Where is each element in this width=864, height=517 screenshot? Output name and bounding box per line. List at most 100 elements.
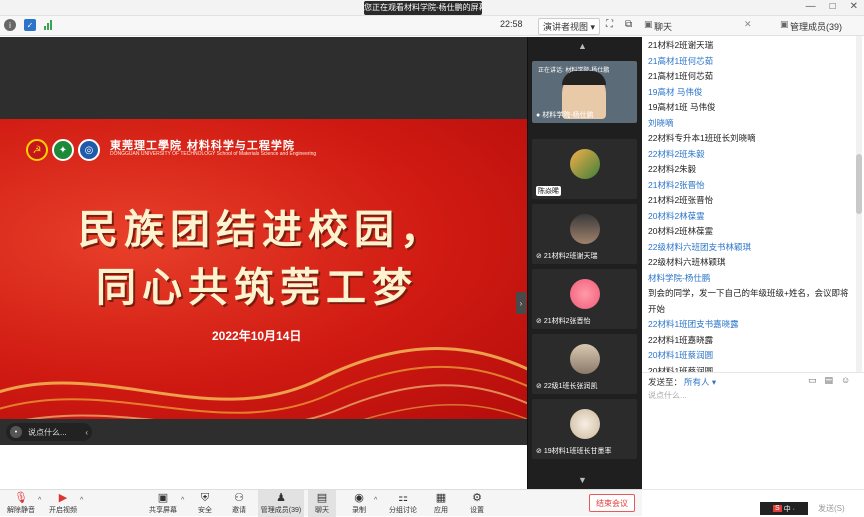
view-mode-select[interactable]: 演讲者视图 ▾ [538, 18, 601, 35]
video-thumbnail-column: ▲ 正在讲话: 材料学院-杨仕鹏 ●材料学院-杨仕鹏 陈焱晞 ⊘21材料2班谢天… [527, 37, 642, 489]
chevron-left-icon[interactable]: ‹ [85, 428, 88, 437]
participant-tile[interactable]: 陈焱晞 [532, 139, 637, 199]
info-icon[interactable]: i [4, 19, 16, 31]
mute-button[interactable]: 🎙 解除静音 [4, 490, 38, 517]
members-button[interactable]: ♟ 管理成员(39) [258, 490, 304, 517]
person-icon: ♟ [276, 492, 286, 504]
avatar [570, 279, 600, 309]
speaker-label: 材料学院-杨仕鹏 [542, 112, 594, 119]
gear-icon: ⚙ [472, 492, 482, 504]
breakout-button[interactable]: ⚏ 分组讨论 [386, 490, 420, 517]
participant-tile[interactable]: ⊘ 21材料2张晋怡 [532, 269, 637, 329]
participant-name: 21材料2张晋怡 [543, 318, 591, 325]
chat-message: 到会的同学，发一下自己的年级班级+姓名，会议即将开始 [648, 288, 849, 314]
security-button[interactable]: ⛨ 安全 [192, 490, 218, 517]
speaker-video-tile[interactable]: 正在讲话: 材料学院-杨仕鹏 ●材料学院-杨仕鹏 [532, 61, 637, 123]
breakout-icon: ⚏ [398, 492, 408, 504]
tab-chat[interactable]: 聊天 [654, 20, 672, 33]
say-something-pill[interactable]: • 说点什么... ‹ [6, 423, 92, 441]
meeting-control-bar: 🎙 解除静音 ^ ▶ 开启视频 ^ ▣ 共享屏幕 ^ ⛨ 安全 ⚇ 邀请 ♟ 管… [0, 489, 642, 517]
chat-sender[interactable]: 21高材1班何芯茹 [648, 54, 854, 70]
video-label: 开启视频 [49, 507, 77, 514]
chat-icon: ▣ [644, 19, 653, 29]
chat-message: 22材料专升本1班班长刘晓嘀 [648, 133, 756, 143]
settings-button[interactable]: ⚙ 设置 [464, 490, 490, 517]
chat-sender[interactable]: 22材料2班朱毅 [648, 147, 854, 163]
end-meeting-button[interactable]: 结束会议 [589, 494, 635, 512]
mic-muted-icon: ⊘ [536, 318, 542, 325]
send-to-select[interactable]: 所有人 ▾ [684, 376, 716, 388]
ime-indicator[interactable]: S 中 · [760, 502, 808, 515]
chat-sender[interactable]: 刘晓嘀 [648, 116, 854, 132]
invite-button[interactable]: ⚇ 邀请 [226, 490, 252, 517]
breakout-label: 分组讨论 [389, 507, 417, 514]
chat-sender[interactable]: 20材料1班蔡润圆 [648, 348, 854, 364]
chat-sender[interactable]: 21材料2张晋怡 [648, 178, 854, 194]
apps-grid-icon: ▦ [435, 492, 447, 504]
mic-off-icon: 🎙 [14, 492, 28, 504]
camera-off-icon: ▶ [58, 492, 68, 504]
chat-button[interactable]: ▤ 聊天 [308, 490, 336, 517]
participant-name: 19材料1班班长甘墨率 [543, 448, 612, 455]
mic-muted-icon: ⊘ [536, 383, 542, 390]
chat-send-to-bar: 发送至： 所有人 ▾ ▭ ▤ ☺ [642, 372, 864, 388]
chat-bubble-icon: • [10, 426, 22, 438]
chat-sender[interactable]: 19高材 马伟俊 [648, 85, 854, 101]
tab-members[interactable]: 管理成员(39) [790, 20, 842, 33]
collapse-video-tab[interactable]: › [516, 292, 526, 314]
members-icon: ▣ [780, 19, 789, 29]
avatar [570, 214, 600, 244]
chat-message: 20材料2班林葆霊 [648, 226, 714, 236]
chat-message: 21高材1班何芯茹 [648, 71, 714, 81]
send-button[interactable]: 发送(S) [818, 503, 845, 514]
scroll-up-icon[interactable]: ▲ [578, 41, 587, 51]
screen-share-icon: ▣ [157, 492, 169, 504]
party-emblem-icon: ☭ [26, 139, 48, 161]
scroll-down-icon[interactable]: ▼ [578, 475, 587, 485]
video-options-chevron-icon[interactable]: ^ [80, 497, 83, 504]
avatar [570, 149, 600, 179]
invite-icon: ⚇ [234, 492, 244, 504]
slide-title-line1: 民族团结进校园， [78, 206, 446, 253]
avatar [570, 409, 600, 439]
chat-message: 21材料2班张晋怡 [648, 195, 714, 205]
security-label: 安全 [198, 507, 212, 514]
avatar [570, 344, 600, 374]
record-icon: ◉ [354, 492, 364, 504]
record-button[interactable]: ◉ 录制 [346, 490, 372, 517]
signal-icon[interactable] [44, 20, 52, 30]
chat-sender[interactable]: 材料学院-杨仕鹏 [648, 271, 854, 287]
chat-scrollbar[interactable] [856, 36, 862, 372]
fullscreen-icon[interactable]: ⛶ [606, 19, 613, 30]
mic-muted-icon: ⊘ [536, 253, 542, 260]
apps-button[interactable]: ▦ 应用 [428, 490, 454, 517]
chat-scrollbar-thumb[interactable] [856, 154, 862, 214]
mute-options-chevron-icon[interactable]: ^ [38, 497, 41, 504]
screenshot-icon[interactable]: ▭ [808, 375, 817, 386]
chat-sender[interactable]: 20材料2林葆霊 [648, 209, 854, 225]
file-icon[interactable]: ▤ [825, 375, 834, 386]
close-button[interactable]: ✕ [850, 1, 858, 12]
chat-label: 聊天 [315, 507, 329, 514]
chat-sender[interactable]: 22级材料六班团支书林颖琪 [648, 240, 854, 256]
minimize-button[interactable]: — [806, 1, 816, 12]
record-label: 录制 [352, 507, 366, 514]
maximize-button[interactable]: □ [830, 1, 836, 12]
record-options-chevron-icon[interactable]: ^ [374, 497, 377, 504]
chat-sender[interactable]: 22材料1班团支书嘉晓露 [648, 317, 854, 333]
participant-tile[interactable]: ⊘ 22级1班长张润凯 [532, 334, 637, 394]
video-button[interactable]: ▶ 开启视频 [46, 490, 80, 517]
ime-mode: 中 · [783, 505, 795, 513]
popout-icon[interactable]: ⧉ [625, 19, 632, 30]
participant-name: 22级1班长张润凯 [543, 383, 598, 390]
share-screen-button[interactable]: ▣ 共享屏幕 [146, 490, 180, 517]
shield-icon[interactable]: ✓ [24, 19, 36, 31]
participant-tile[interactable]: ⊘ 19材料1班班长甘墨率 [532, 399, 637, 459]
chat-input[interactable]: 说点什么... [642, 388, 864, 488]
close-chat-icon[interactable]: ✕ [744, 19, 752, 30]
share-options-chevron-icon[interactable]: ^ [181, 497, 184, 504]
participant-name: 21材料2班谢天瑞 [543, 253, 598, 260]
participant-tile[interactable]: ⊘ 21材料2班谢天瑞 [532, 204, 637, 264]
shared-screen-area: ☭ ✦ ◎ 東莞理工學院 材料科学与工程学院 DONGGUAN UNIVERSI… [0, 37, 527, 445]
user-icon[interactable]: ☺ [841, 375, 850, 386]
